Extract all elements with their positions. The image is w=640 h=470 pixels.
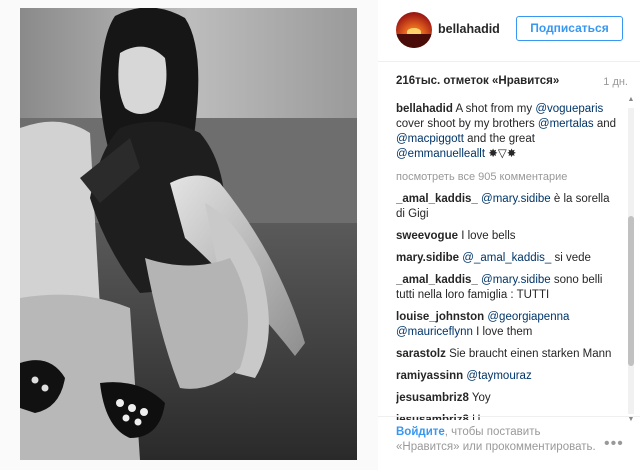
follow-button[interactable]: Подписаться: [516, 16, 623, 41]
comment-author[interactable]: louise_johnston: [396, 311, 484, 323]
view-all-comments-link[interactable]: посмотреть все 905 комментарие: [396, 170, 620, 184]
comment-text: I love them: [476, 326, 533, 338]
comment: sweevogue I love bells: [396, 229, 620, 244]
comment-author[interactable]: sarastolz: [396, 348, 446, 360]
scroll-thumb[interactable]: [628, 216, 634, 366]
comment-text: si vede: [554, 252, 591, 264]
comment-author[interactable]: sweevogue: [396, 230, 458, 242]
comment: sarastolz Sie braucht einen starken Mann: [396, 347, 620, 362]
comment-text: Yoy: [471, 392, 491, 404]
comment-mention[interactable]: @mary.sidibe: [481, 193, 551, 205]
comment-text: Sie braucht einen starken Mann: [449, 348, 612, 360]
caption-mention[interactable]: @mertalas: [538, 118, 594, 130]
caption-text: and: [596, 118, 617, 130]
comments-scrollbar[interactable]: ▲ ▼: [626, 96, 636, 426]
caption-text: and the great: [467, 133, 535, 145]
caption-author[interactable]: bellahadid: [396, 103, 453, 115]
comment-author[interactable]: jesusambriz8: [396, 392, 469, 404]
post-caption: bellahadid A shot from my @vogueparis co…: [396, 102, 620, 162]
caption-mention[interactable]: @vogueparis: [535, 103, 603, 115]
post-header: bellahadid Подписаться: [378, 0, 640, 62]
post-age[interactable]: 1 дн.: [603, 76, 628, 88]
comment-author[interactable]: _amal_kaddis_: [396, 274, 478, 286]
comment: louise_johnston @georgiapenna @mauricefl…: [396, 310, 620, 340]
ellipsis-icon[interactable]: •••: [604, 435, 624, 453]
caption-emoji: ✸▽✸: [488, 148, 517, 160]
comment-author[interactable]: mary.sidibe: [396, 252, 459, 264]
comment: jesusambriz8 Yoy: [396, 391, 620, 406]
comment-author[interactable]: ramiyassinn: [396, 370, 463, 382]
caption-mention[interactable]: @emmanuelleallt: [396, 148, 485, 160]
instagram-post-view: bellahadid Подписаться 216тыс. отметок «…: [0, 0, 640, 470]
avatar-ground: [396, 34, 432, 48]
login-link[interactable]: Войдите: [396, 426, 445, 438]
post-photo[interactable]: [20, 8, 357, 460]
comment-mention[interactable]: @taymouraz: [466, 370, 531, 382]
comment: _amal_kaddis_ @mary.sidibe è la sorella …: [396, 192, 620, 222]
photo-area: [0, 0, 378, 470]
comment: _amal_kaddis_ @mary.sidibe sono belli tu…: [396, 273, 620, 303]
photo-illustration: [20, 8, 357, 460]
avatar[interactable]: [396, 12, 432, 48]
scroll-up-icon[interactable]: ▲: [627, 96, 635, 104]
comment-text: I love bells: [461, 230, 516, 242]
username-link[interactable]: bellahadid: [438, 22, 500, 36]
likes-row: 216тыс. отметок «Нравится» 1 дн.: [396, 75, 628, 91]
post-sidebar: bellahadid Подписаться 216тыс. отметок «…: [378, 0, 640, 470]
login-prompt: Войдите, чтобы поставить «Нравится» или …: [396, 425, 596, 455]
comment-mention[interactable]: @_amal_kaddis_: [462, 252, 551, 264]
comment: mary.sidibe @_amal_kaddis_ si vede: [396, 251, 620, 266]
post-footer: Войдите, чтобы поставить «Нравится» или …: [378, 416, 640, 470]
comment-mention[interactable]: @mary.sidibe: [481, 274, 551, 286]
comments-list: bellahadid A shot from my @vogueparis co…: [396, 102, 620, 420]
caption-mention[interactable]: @macpiggott: [396, 133, 464, 145]
comment-author[interactable]: _amal_kaddis_: [396, 193, 478, 205]
caption-text: A shot from my: [455, 103, 533, 115]
likes-count[interactable]: 216тыс. отметок «Нравится»: [396, 75, 559, 87]
caption-text: cover shoot by my brothers: [396, 118, 535, 130]
comment: ramiyassinn @taymouraz: [396, 369, 620, 384]
